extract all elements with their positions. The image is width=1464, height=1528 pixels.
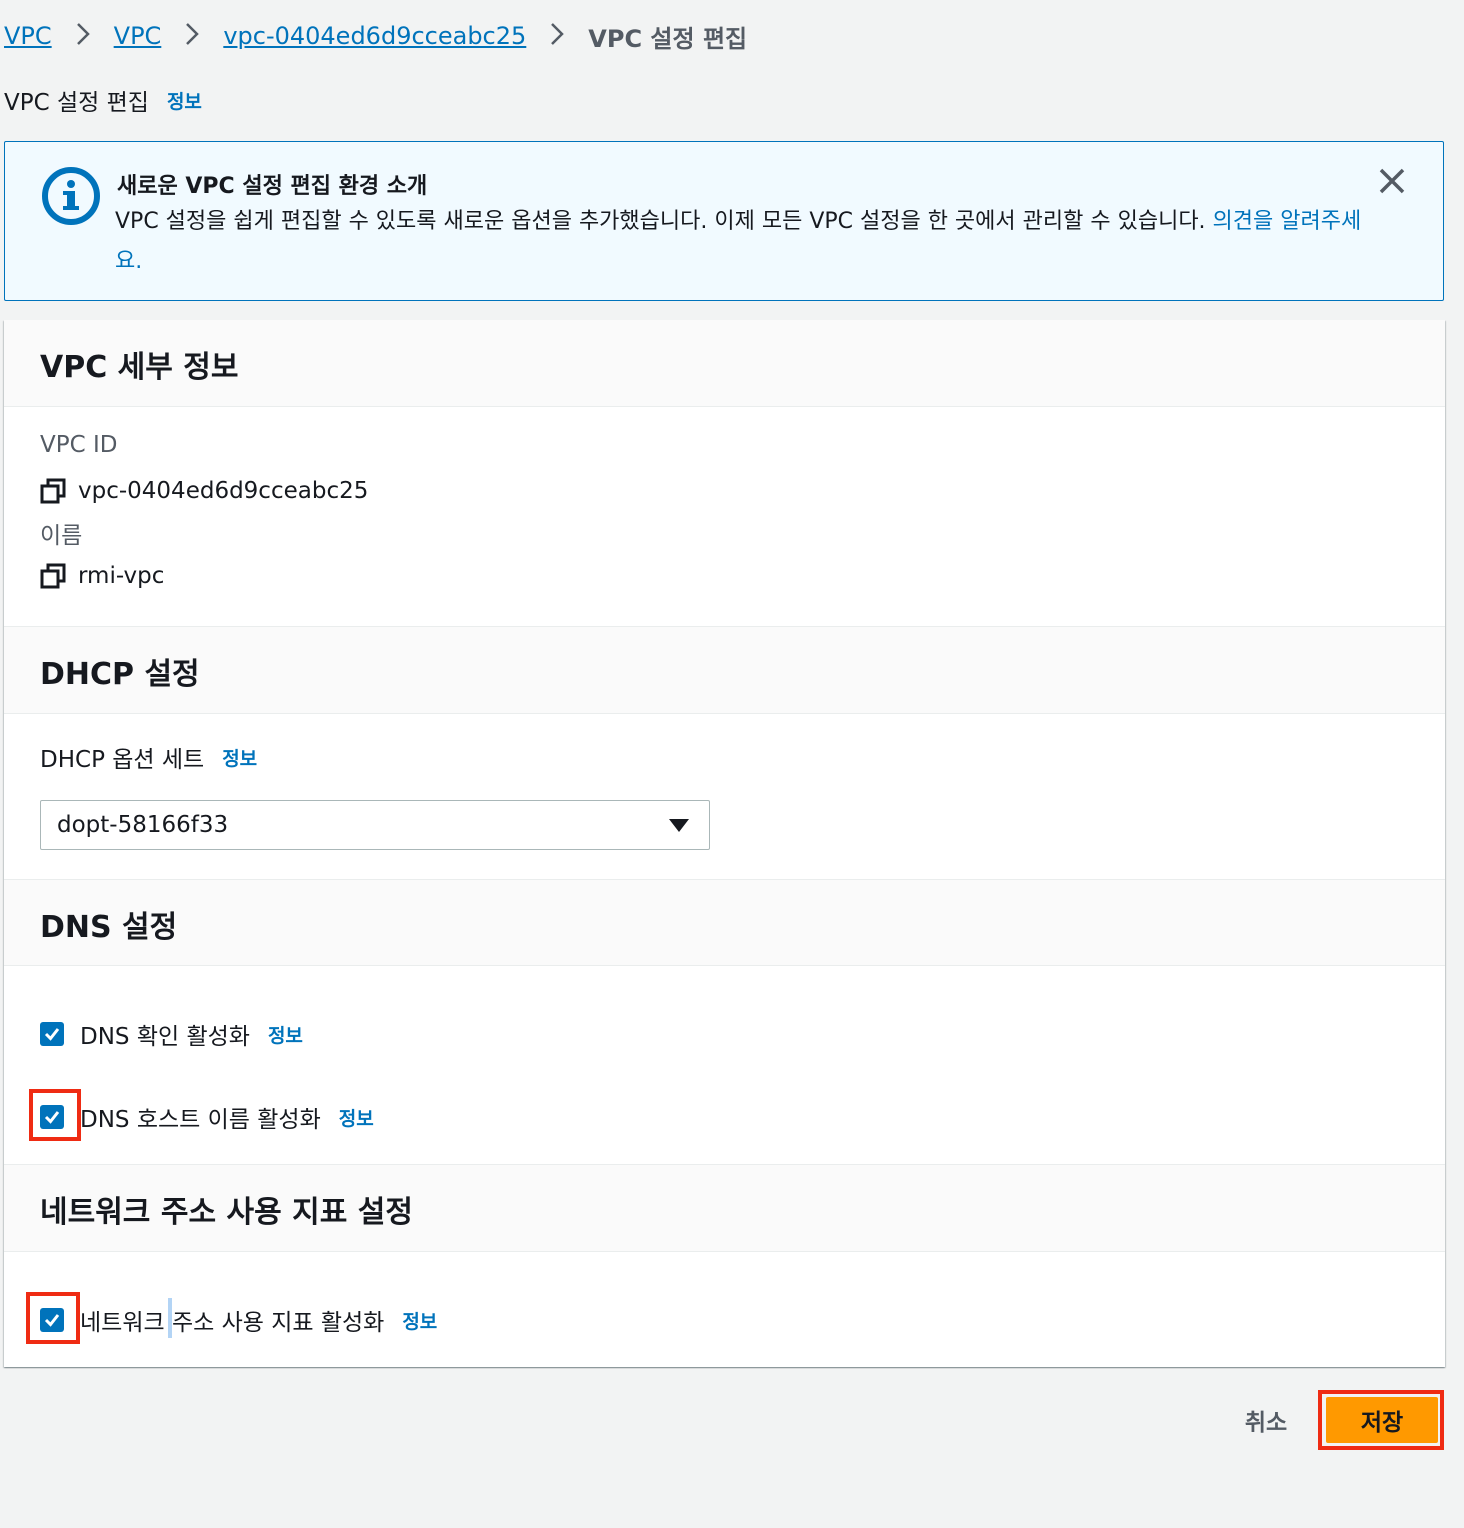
breadcrumb: VPC VPC vpc-0404ed6d9cceabc25 VPC 설정 편집: [4, 18, 747, 54]
name-value: rmi-vpc: [78, 563, 165, 589]
vpc-details-title: VPC 세부 정보: [40, 350, 239, 385]
dns-hostnames-row: DNS 호스트 이름 활성화 정보: [40, 1100, 374, 1134]
dhcp-settings-title: DHCP 설정: [40, 657, 200, 692]
name-value-row: rmi-vpc: [40, 563, 164, 589]
check-icon: [44, 1314, 60, 1327]
network-usage-header: 네트워크 주소 사용 지표 설정: [4, 1164, 1445, 1252]
text-cursor: [168, 1298, 172, 1338]
save-button[interactable]: 저장: [1326, 1397, 1438, 1443]
dns-resolution-row: DNS 확인 활성화 정보: [40, 1017, 303, 1051]
name-label: 이름: [40, 523, 83, 549]
vpc-id-label: VPC ID: [40, 432, 118, 458]
flash-title: 새로운 VPC 설정 편집 환경 소개: [117, 174, 428, 199]
dns-hostnames-info-link[interactable]: 정보: [339, 1104, 374, 1131]
breadcrumb-vpc-id[interactable]: vpc-0404ed6d9cceabc25: [223, 22, 526, 50]
dns-resolution-label: DNS 확인 활성화: [80, 1024, 250, 1050]
dhcp-settings-header: DHCP 설정: [4, 626, 1445, 714]
check-icon: [44, 1028, 60, 1041]
breadcrumb-current: VPC 설정 편집: [588, 24, 748, 53]
dns-settings-title: DNS 설정: [40, 910, 178, 945]
network-usage-label: 네트워크 주소 사용 지표 활성화: [80, 1310, 385, 1336]
network-usage-title: 네트워크 주소 사용 지표 설정: [40, 1195, 413, 1230]
info-icon: [42, 167, 100, 225]
dns-settings-header: DNS 설정: [4, 879, 1445, 966]
caret-down-icon: [669, 819, 689, 832]
copy-icon[interactable]: [40, 563, 66, 589]
chevron-right-icon: [548, 22, 566, 51]
dns-hostnames-label: DNS 호스트 이름 활성화: [80, 1107, 321, 1133]
dns-resolution-info-link[interactable]: 정보: [268, 1021, 303, 1048]
breadcrumb-vpc-home[interactable]: VPC: [4, 22, 52, 50]
page-header: VPC 설정 편집 정보: [4, 84, 202, 116]
page-title: VPC 설정 편집: [4, 90, 149, 116]
dhcp-options-select[interactable]: dopt-58166f33: [40, 800, 710, 850]
info-flashbar: 새로운 VPC 설정 편집 환경 소개 VPC 설정을 쉽게 편집할 수 있도록…: [4, 141, 1444, 301]
vpc-id-value: vpc-0404ed6d9cceabc25: [78, 478, 369, 504]
flash-message: VPC 설정을 쉽게 편집할 수 있도록 새로운 옵션을 추가했습니다. 이제 …: [115, 202, 1365, 282]
dhcp-info-link[interactable]: 정보: [222, 744, 257, 771]
page-info-link[interactable]: 정보: [167, 87, 202, 114]
network-usage-info-link[interactable]: 정보: [402, 1307, 437, 1334]
close-icon[interactable]: [1377, 166, 1407, 196]
dhcp-options-field-label: DHCP 옵션 세트 정보: [40, 740, 257, 774]
breadcrumb-vpc-list[interactable]: VPC: [114, 22, 162, 50]
chevron-right-icon: [74, 22, 92, 51]
dns-hostnames-checkbox[interactable]: [40, 1105, 64, 1129]
network-usage-row: 네트워크 주소 사용 지표 활성화 정보: [40, 1303, 437, 1337]
check-icon: [44, 1111, 60, 1124]
edit-vpc-settings-form: VPC 세부 정보 VPC ID vpc-0404ed6d9cceabc25 이…: [4, 320, 1445, 1367]
dhcp-options-label: DHCP 옵션 세트: [40, 747, 205, 773]
chevron-right-icon: [183, 22, 201, 51]
flash-body-text: VPC 설정을 쉽게 편집할 수 있도록 새로운 옵션을 추가했습니다. 이제 …: [115, 209, 1213, 234]
network-usage-checkbox[interactable]: [40, 1308, 64, 1332]
cancel-button[interactable]: 취소: [1234, 1400, 1298, 1440]
vpc-id-value-row: vpc-0404ed6d9cceabc25: [40, 478, 368, 504]
vpc-details-header: VPC 세부 정보: [4, 320, 1445, 407]
dhcp-options-selected-value: dopt-58166f33: [57, 812, 229, 838]
dns-resolution-checkbox[interactable]: [40, 1022, 64, 1046]
copy-icon[interactable]: [40, 478, 66, 504]
